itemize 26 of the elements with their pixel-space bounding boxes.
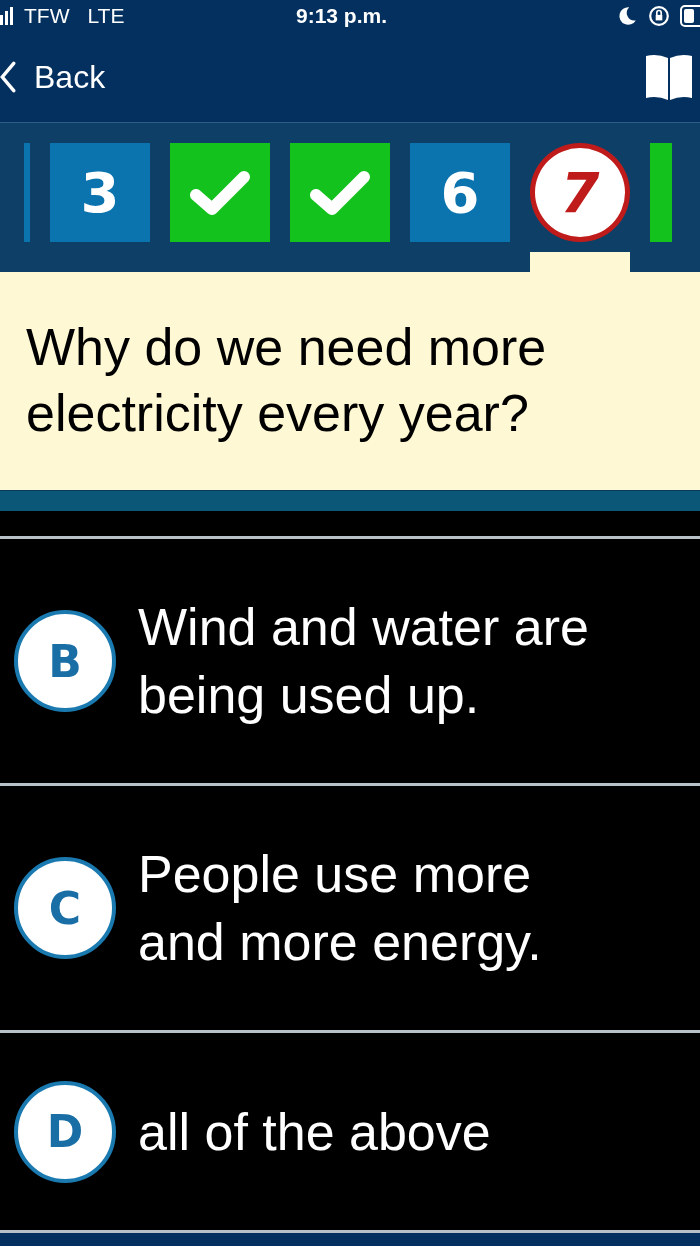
moon-icon <box>616 5 638 27</box>
answer-letter: B <box>14 610 116 712</box>
question-text: Why do we need more electricity every year? <box>0 272 700 490</box>
chevron-icon <box>0 60 16 94</box>
answer-text: Wind and water are being used up. <box>138 597 590 726</box>
status-time: 9:13 p.m. <box>296 4 388 28</box>
question-tile[interactable] <box>24 143 30 242</box>
check-icon <box>190 170 250 215</box>
question-tile[interactable]: 3 <box>50 143 150 242</box>
answered-tile[interactable] <box>170 143 270 242</box>
answered-tile[interactable] <box>290 143 390 242</box>
book-icon[interactable] <box>644 52 694 102</box>
back-button[interactable]: Back <box>0 58 106 96</box>
signal-icon <box>0 7 14 25</box>
current-question-marker[interactable]: 7 <box>530 143 630 243</box>
answer-letter: C <box>14 857 116 959</box>
carrier-name: TFW <box>24 4 70 28</box>
rotation-lock-icon <box>648 5 670 27</box>
answer-text: People use more and more energy. <box>138 844 543 973</box>
answer-text: all of the above <box>138 1101 491 1163</box>
network-type: LTE <box>87 4 125 28</box>
question-tile[interactable]: 6 <box>410 143 510 242</box>
answer-letter: D <box>14 1080 116 1183</box>
battery-icon <box>680 5 700 27</box>
answered-tile[interactable] <box>650 143 672 242</box>
check-icon <box>310 170 370 215</box>
